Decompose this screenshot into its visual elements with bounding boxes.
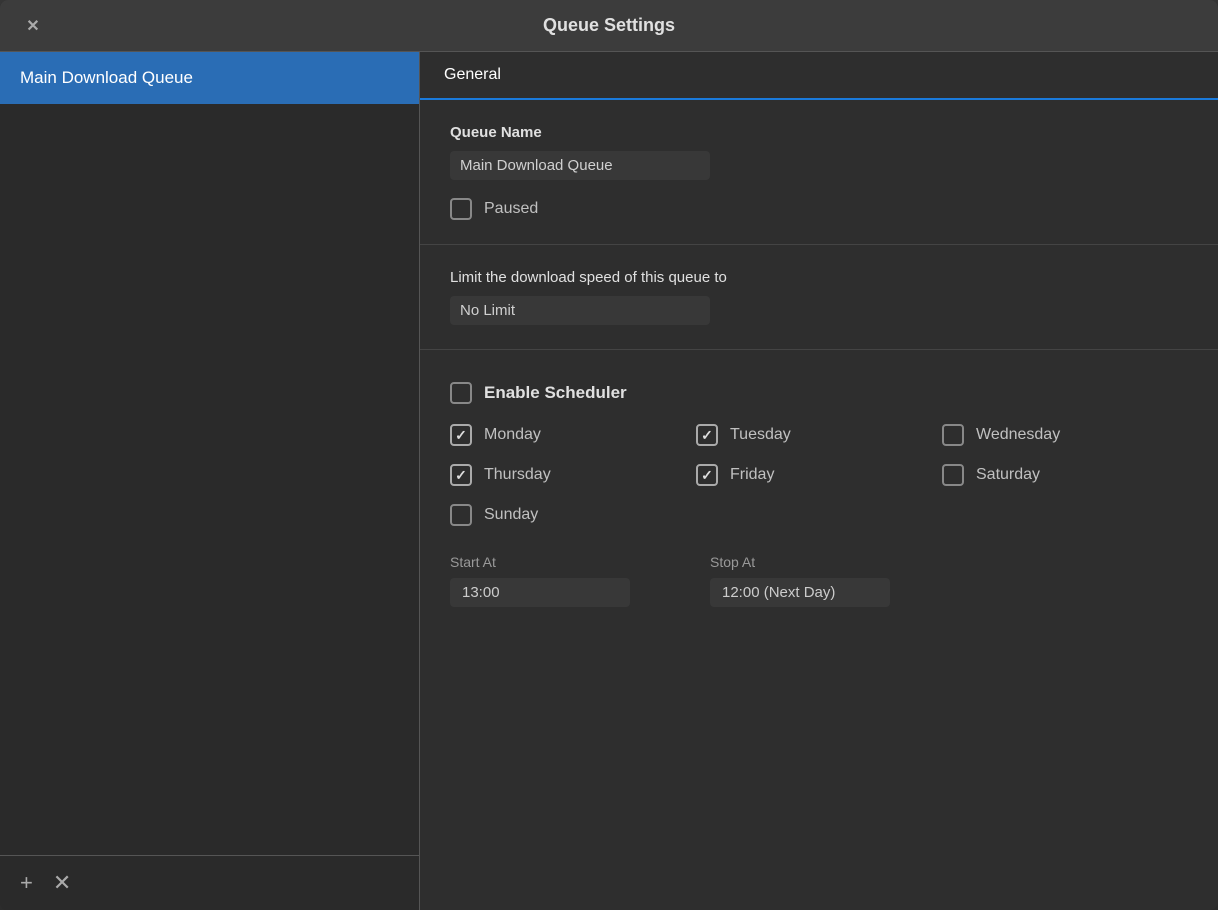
sidebar-footer: + ✕ (0, 855, 419, 910)
paused-row: Paused (450, 198, 1188, 220)
day-tuesday-checkbox[interactable] (696, 424, 718, 446)
scheduler-section: Enable Scheduler Monday Tuesday (420, 350, 1218, 631)
day-monday-row: Monday (450, 424, 696, 446)
stop-at-group: Stop At 12:00 (Next Day) (710, 554, 890, 607)
sidebar-item-main-download-queue[interactable]: Main Download Queue (0, 52, 419, 104)
start-at-value[interactable]: 13:00 (450, 578, 630, 607)
day-saturday-row: Saturday (942, 464, 1188, 486)
sidebar-list: Main Download Queue (0, 52, 419, 855)
content-area: Main Download Queue + ✕ General Queue Na… (0, 52, 1218, 910)
day-thursday-checkbox[interactable] (450, 464, 472, 486)
start-at-label: Start At (450, 554, 630, 570)
stop-at-value[interactable]: 12:00 (Next Day) (710, 578, 890, 607)
queue-name-label: Queue Name (450, 124, 1188, 141)
paused-checkbox[interactable] (450, 198, 472, 220)
day-wednesday-label: Wednesday (976, 426, 1060, 444)
day-thursday-label: Thursday (484, 466, 551, 484)
scheduler-label: Enable Scheduler (484, 383, 627, 403)
speed-limit-section: Limit the download speed of this queue t… (420, 245, 1218, 350)
time-row: Start At 13:00 Stop At 12:00 (Next Day) (450, 554, 1188, 607)
tab-general-label: General (444, 66, 501, 83)
speed-limit-value[interactable]: No Limit (450, 296, 710, 325)
day-wednesday-row: Wednesday (942, 424, 1188, 446)
days-grid: Monday Tuesday Wednesday T (450, 424, 1188, 526)
day-sunday-checkbox[interactable] (450, 504, 472, 526)
queue-name-section: Queue Name Main Download Queue Paused (420, 100, 1218, 245)
paused-label: Paused (484, 200, 538, 218)
day-tuesday-row: Tuesday (696, 424, 942, 446)
day-friday-label: Friday (730, 466, 774, 484)
scheduler-checkbox[interactable] (450, 382, 472, 404)
queue-settings-window: ✕ Queue Settings Main Download Queue + ✕… (0, 0, 1218, 910)
remove-queue-button[interactable]: ✕ (53, 870, 71, 896)
titlebar: ✕ Queue Settings (0, 0, 1218, 52)
start-at-group: Start At 13:00 (450, 554, 630, 607)
day-friday-row: Friday (696, 464, 942, 486)
day-saturday-checkbox[interactable] (942, 464, 964, 486)
speed-limit-label: Limit the download speed of this queue t… (450, 269, 1188, 286)
day-wednesday-checkbox[interactable] (942, 424, 964, 446)
day-thursday-row: Thursday (450, 464, 696, 486)
scheduler-enable-row: Enable Scheduler (450, 382, 1188, 404)
add-queue-button[interactable]: + (20, 870, 33, 896)
stop-at-label: Stop At (710, 554, 890, 570)
tab-general[interactable]: General (420, 52, 525, 98)
day-saturday-label: Saturday (976, 466, 1040, 484)
sidebar-item-label: Main Download Queue (20, 68, 193, 87)
main-panel: General Queue Name Main Download Queue P… (420, 52, 1218, 910)
day-sunday-label: Sunday (484, 506, 538, 524)
window-title: Queue Settings (543, 15, 675, 36)
day-sunday-row: Sunday (450, 504, 696, 526)
queue-name-value[interactable]: Main Download Queue (450, 151, 710, 180)
day-tuesday-label: Tuesday (730, 426, 791, 444)
day-friday-checkbox[interactable] (696, 464, 718, 486)
tabs-bar: General (420, 52, 1218, 100)
day-monday-checkbox[interactable] (450, 424, 472, 446)
close-button[interactable]: ✕ (20, 13, 46, 39)
sidebar: Main Download Queue + ✕ (0, 52, 420, 910)
day-monday-label: Monday (484, 426, 541, 444)
